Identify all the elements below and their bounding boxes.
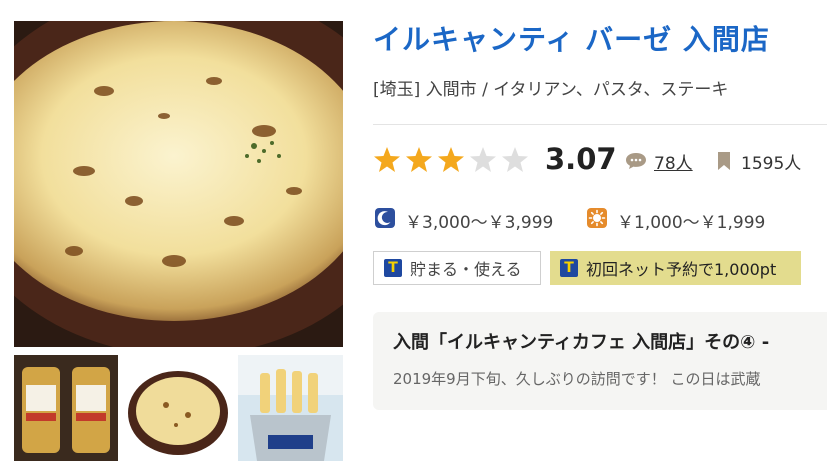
thumbnail-corona[interactable] [238, 355, 343, 461]
tpoint-icon: T [384, 259, 402, 277]
review-title[interactable]: 入間「イルキャンティカフェ 入間店」その④ - [393, 328, 769, 354]
review-snippet: 2019年9月下旬、久しぶりの訪問です！ この日は武蔵 [393, 370, 761, 388]
tpoint-label: 貯まる・使える [410, 260, 522, 279]
thumbnail-beer[interactable] [14, 355, 118, 461]
star-filled-icon [374, 147, 400, 172]
review-count-link[interactable]: 78人 [654, 149, 693, 174]
sun-icon [587, 208, 607, 228]
corona-photo-image [238, 355, 343, 461]
star-filled-icon [406, 147, 432, 172]
star-filled-icon [438, 147, 464, 172]
net-reservation-badge[interactable]: T 初回ネット予約で1,000pt [550, 251, 801, 285]
price-row: ￥3,000～￥3,999 ￥1,000～￥1,999 [373, 206, 827, 234]
area-genre: [埼玉] 入間市 / イタリアン、パスタ、ステーキ [373, 80, 729, 100]
rating-score: 3.07 [545, 142, 617, 176]
dinner-price: ￥3,000～￥3,999 [405, 213, 554, 233]
gratin-photo-image [14, 21, 343, 347]
rating-row: 3.07 78人 1595人 [373, 142, 827, 182]
restaurant-name[interactable]: イルキャンティ バーゼ 入間店 [373, 18, 770, 58]
lunch-price: ￥1,000～￥1,999 [617, 213, 766, 233]
thumbnail-gratin[interactable] [126, 355, 230, 461]
moon-icon [375, 208, 395, 228]
net-reservation-label: 初回ネット予約で1,000pt [586, 260, 777, 279]
star-empty-icon [502, 147, 528, 172]
main-photo[interactable] [14, 21, 343, 347]
review-card[interactable]: 入間「イルキャンティカフェ 入間店」その④ - 2019年9月下旬、久しぶりの訪… [373, 312, 827, 410]
gratin-thumb-image [126, 355, 230, 461]
speech-bubble-icon [625, 152, 647, 174]
beer-photo-image [14, 355, 118, 461]
tpoint-icon: T [560, 259, 578, 277]
star-empty-icon [470, 147, 496, 172]
bookmark-count: 1595人 [741, 154, 802, 174]
tpoint-badge[interactable]: T 貯まる・使える [373, 251, 541, 285]
bookmark-icon [716, 151, 732, 175]
divider [373, 124, 827, 125]
